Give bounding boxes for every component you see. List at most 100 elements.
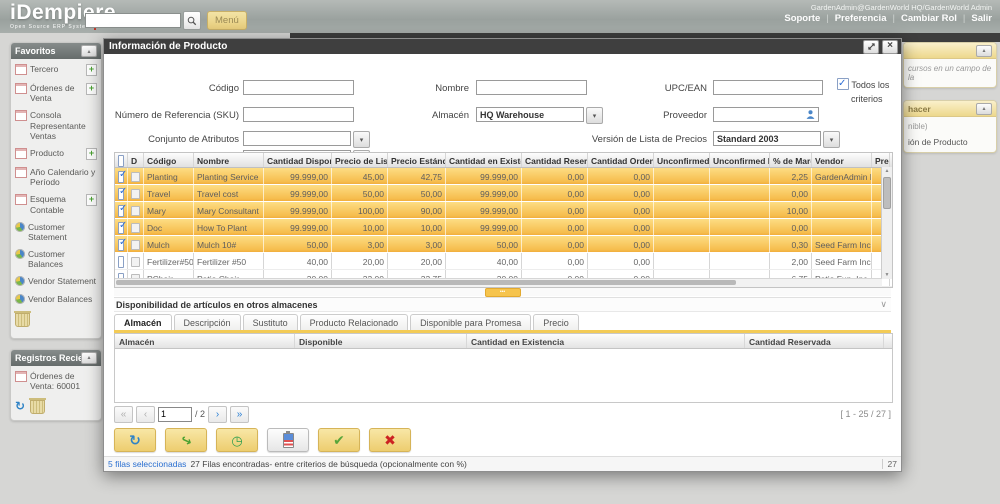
chevron-down-icon[interactable]: ∨ [880,299,891,310]
sidebar-item[interactable]: Customer Balances [15,249,97,269]
column-header[interactable]: Cantidad en Existencia [446,153,522,167]
sidebar-item[interactable]: Vendor Statement [15,276,97,286]
row-checkbox[interactable] [118,256,124,268]
row-select-cell[interactable] [115,253,128,269]
row-select-cell[interactable] [115,219,128,235]
tab-almacén[interactable]: Almacén [114,314,172,330]
trash-icon[interactable] [15,313,30,327]
column-header[interactable]: Preci [872,153,890,167]
ok-button[interactable]: ✔ [318,428,360,452]
row-select-cell[interactable] [115,202,128,218]
scroll-down-icon[interactable]: ▼ [882,271,892,279]
refresh-button[interactable]: ↻ [114,428,156,452]
row-checkbox[interactable] [118,171,124,183]
table-row[interactable]: TravelTravel cost99.999,0050,0050,0099.9… [115,185,892,202]
chevron-down-icon[interactable]: ▾ [353,131,370,148]
availability-section-header[interactable]: Disponibilidad de artículos en otros alm… [114,297,891,312]
scroll-up-icon[interactable]: ▲ [882,167,892,175]
column-header[interactable]: D [128,153,144,167]
row-select-cell[interactable] [115,236,128,252]
next-page-button[interactable]: › [208,406,227,423]
splitter-grip-icon[interactable]: ••• [485,288,521,297]
sidebar-item[interactable]: Customer Statement [15,222,97,242]
refresh-icon[interactable]: ↻ [15,400,25,412]
page-number-input[interactable] [158,407,192,422]
sku-input[interactable] [243,107,354,122]
tab-descripción[interactable]: Descripción [174,314,241,330]
scrollbar-thumb[interactable] [116,280,736,285]
chevron-down-icon[interactable]: ▾ [823,131,840,148]
attribute-set-combo[interactable]: ▾ [243,131,370,148]
global-search-input[interactable] [85,13,181,28]
sidebar-item[interactable]: Año Calendario y Período [15,167,97,187]
codigo-input[interactable] [243,80,354,95]
collapse-icon[interactable]: ▴ [81,45,97,57]
sidebar-item[interactable]: Órdenes de Venta+ [15,83,97,103]
column-header[interactable]: Precio de Lista [332,153,388,167]
horizontal-scrollbar[interactable] [115,278,882,287]
context-panel-line2[interactable]: ión de Producto [908,137,992,147]
zoom-button[interactable]: ↪ [165,428,207,452]
add-favorite-icon[interactable]: + [86,83,97,95]
row-checkbox[interactable] [118,188,124,200]
table-row[interactable]: MaryMary Consultant99.999,00100,0090,009… [115,202,892,219]
table-row[interactable]: PlantingPlanting Service99.999,0045,0042… [115,168,892,185]
column-header[interactable]: % de Margen [770,153,812,167]
column-header[interactable]: Código [144,153,194,167]
top-link-preferencia[interactable]: Preferencia [835,13,887,24]
atp-button[interactable] [267,428,309,452]
add-favorite-icon[interactable]: + [86,64,97,76]
top-link-soporte[interactable]: Soporte [784,13,820,24]
column-header[interactable]: Unconfirmed Move [710,153,770,167]
top-link-cambiar-rol[interactable]: Cambiar Rol [901,13,957,24]
vendor-input[interactable] [713,107,819,122]
row-checkbox[interactable] [118,239,124,251]
column-header[interactable]: Cantidad Disponible [264,153,332,167]
last-page-button[interactable]: » [230,406,249,423]
row-select-cell[interactable] [115,168,128,184]
tab-precio[interactable]: Precio [533,314,579,330]
menu-button[interactable]: Menú [207,11,247,30]
collapse-icon[interactable]: ▴ [976,103,992,115]
row-select-cell[interactable] [115,185,128,201]
history-button[interactable]: ◷ [216,428,258,452]
sidebar-item[interactable]: Producto+ [15,148,97,160]
vertical-scrollbar[interactable]: ▲ ▼ [881,167,892,279]
pricelist-combo[interactable]: Standard 2003 ▾ [713,131,840,148]
add-favorite-icon[interactable]: + [86,148,97,160]
column-header[interactable]: Unconfirmed Qty [654,153,710,167]
tab-producto-relacionado[interactable]: Producto Relacionado [300,314,409,330]
column-header[interactable]: Cantidad Ordenada [588,153,654,167]
table-row[interactable]: DocHow To Plant99.999,0010,0010,0099.999… [115,219,892,236]
add-favorite-icon[interactable]: + [86,194,97,206]
all-criteria-checkbox[interactable] [837,78,849,90]
row-checkbox[interactable] [118,205,124,217]
column-header[interactable] [115,153,128,167]
column-header[interactable]: Nombre [194,153,264,167]
sidebar-item[interactable]: Consola Representante Ventas [15,110,97,141]
collapse-icon[interactable]: ▴ [976,45,992,57]
splitter[interactable]: ••• [114,288,891,296]
table-row[interactable]: MulchMulch 10#50,003,003,0050,000,000,00… [115,236,892,253]
row-checkbox[interactable] [118,222,124,234]
recent-item[interactable]: Órdenes de Venta: 60001 [15,371,97,391]
sidebar-item[interactable]: Tercero+ [15,64,97,76]
column-header[interactable]: Precio Estándar [388,153,446,167]
cancel-button[interactable]: ✖ [369,428,411,452]
trash-icon[interactable] [30,400,45,414]
scrollbar-thumb[interactable] [883,177,891,209]
tab-disponible-para-promesa[interactable]: Disponible para Promesa [410,314,531,330]
first-page-button[interactable]: « [114,406,133,423]
upc-input[interactable] [713,80,823,95]
close-button[interactable]: × [882,40,898,54]
column-header[interactable]: Cantidad Reservada [522,153,588,167]
maximize-button[interactable] [863,40,879,54]
table-row[interactable]: Fertilizer#50Fertilizer #5040,0020,0020,… [115,253,892,270]
sidebar-item[interactable]: Vendor Balances [15,294,97,304]
selected-rows-link[interactable]: 5 filas seleccionadas [108,459,186,469]
sidebar-item[interactable]: Esquema Contable+ [15,194,97,214]
column-header[interactable]: Vendor [812,153,872,167]
select-all-checkbox[interactable] [118,155,124,167]
search-button[interactable] [183,11,201,30]
tab-sustituto[interactable]: Sustituto [243,314,298,330]
